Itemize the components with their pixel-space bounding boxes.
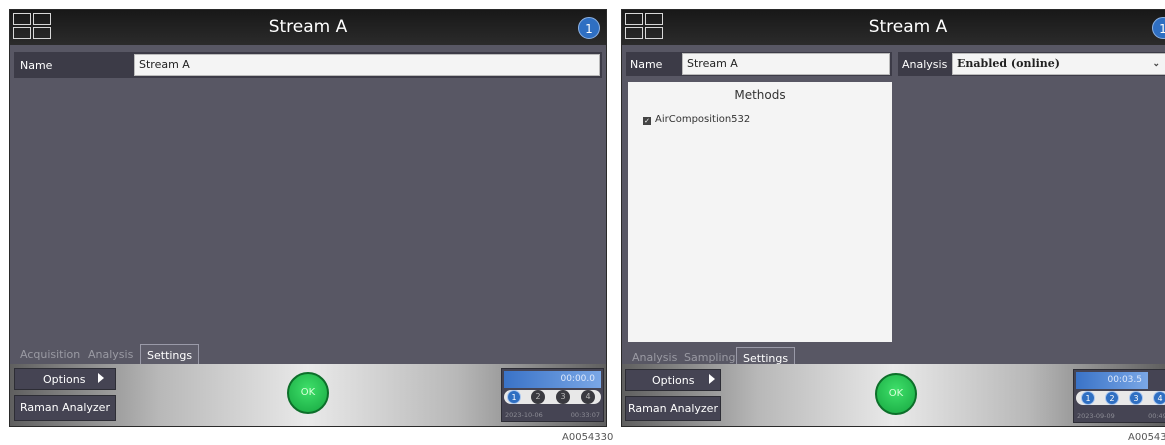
title-bar: Stream A 1	[10, 10, 606, 45]
status-time: 00:49:	[1148, 412, 1165, 420]
tab-acquisition[interactable]: Acquisition	[14, 344, 86, 366]
left-screen: Stream A 1 Name Stream A Acquisition Ana…	[9, 9, 607, 427]
options-label: Options	[43, 373, 86, 386]
stream-dots: 1 2 3 4	[504, 390, 601, 404]
figure-id: A00543	[1128, 432, 1165, 443]
figure-id: A0054330	[562, 432, 614, 443]
bottom-bar: Options Raman Analyzer OK 00:03.5 1 2 3 …	[622, 364, 1165, 426]
chevron-down-icon: ⌄	[1152, 59, 1160, 69]
analysis-label: Analysis	[902, 58, 948, 71]
stream-dot-3[interactable]: 3	[1129, 391, 1143, 405]
notification-badge[interactable]: 1	[578, 17, 600, 39]
method-item[interactable]: ✓ AirComposition532	[643, 114, 750, 125]
triangle-right-icon	[709, 374, 715, 384]
stream-dot-4[interactable]: 4	[1153, 391, 1165, 405]
status-date: 2023-10-06	[505, 411, 543, 419]
raman-analyzer-button[interactable]: Raman Analyzer	[625, 396, 721, 421]
status-panel: 00:03.5 1 2 3 4 2023-09-09 00:49:	[1073, 369, 1165, 423]
status-panel: 00:00.0 1 2 3 4 2023-10-06 00:33:07	[501, 368, 604, 422]
stream-dot-3[interactable]: 3	[556, 390, 570, 404]
stream-dot-1[interactable]: 1	[1081, 391, 1095, 405]
bottom-bar: Options Raman Analyzer OK 00:00.0 1 2 3 …	[10, 364, 606, 426]
options-button[interactable]: Options	[14, 368, 116, 390]
status-time: 00:33:07	[570, 411, 600, 419]
tab-settings[interactable]: Settings	[140, 344, 200, 366]
analysis-select[interactable]: Enabled (online) ⌄	[952, 53, 1165, 75]
stream-dot-2[interactable]: 2	[1105, 391, 1119, 405]
methods-panel: Methods ✓ AirComposition532	[628, 82, 892, 342]
ok-button[interactable]: OK	[875, 373, 917, 415]
ok-button[interactable]: OK	[287, 372, 329, 414]
stream-dot-4[interactable]: 4	[581, 390, 595, 404]
tab-bar: Acquisition Analysis Settings	[10, 344, 606, 366]
stream-dot-2[interactable]: 2	[531, 390, 545, 404]
name-label: Name	[20, 59, 53, 72]
raman-analyzer-button[interactable]: Raman Analyzer	[14, 395, 116, 421]
page-title: Stream A	[868, 17, 948, 37]
timer-display: 00:03.5	[1076, 372, 1148, 389]
name-label: Name	[630, 58, 663, 71]
stream-dots: 1 2 3 4	[1076, 391, 1165, 405]
analysis-row: Analysis Enabled (online) ⌄	[898, 52, 1165, 76]
title-bar: Stream A 1	[622, 10, 1165, 45]
name-input[interactable]: Stream A	[134, 54, 600, 76]
right-screen: Stream A 1 Name Stream A Analysis Enable…	[621, 9, 1165, 427]
status-date: 2023-09-09	[1077, 412, 1115, 420]
page-title: Stream A	[268, 17, 348, 37]
checkbox-checked-icon[interactable]: ✓	[643, 117, 651, 125]
stream-dot-1[interactable]: 1	[507, 390, 521, 404]
method-label: AirComposition532	[655, 114, 751, 125]
name-row: Name Stream A	[626, 52, 892, 76]
name-input[interactable]: Stream A	[682, 53, 890, 75]
name-row: Name Stream A	[14, 52, 602, 78]
analysis-select-value: Enabled (online)	[957, 57, 1060, 70]
tab-analysis[interactable]: Analysis	[82, 344, 139, 366]
triangle-right-icon	[98, 373, 104, 383]
methods-title: Methods	[734, 88, 786, 102]
options-button[interactable]: Options	[625, 369, 721, 391]
options-label: Options	[652, 374, 695, 387]
timer-display: 00:00.0	[504, 371, 601, 388]
